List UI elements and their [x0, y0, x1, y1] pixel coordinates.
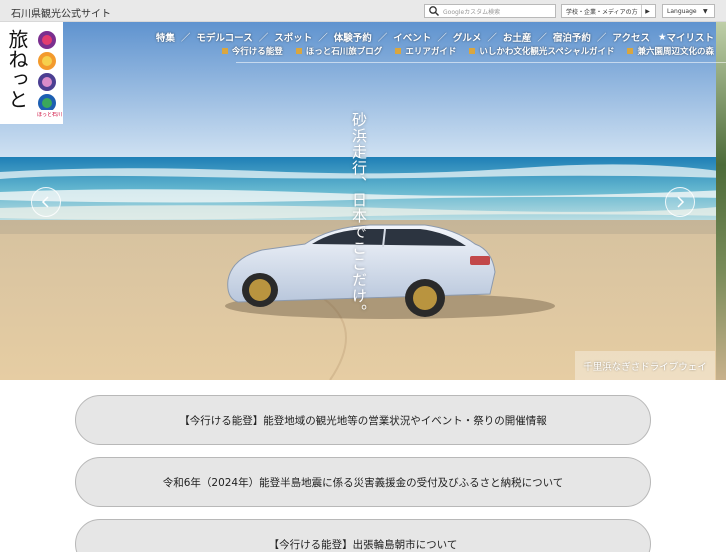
nav-item-feature[interactable]: 特集 — [156, 30, 175, 44]
nav-link-noto[interactable]: 今行ける能登 — [221, 45, 283, 57]
nav-item-gourmet[interactable]: グルメ — [453, 30, 482, 44]
nav-item-mylist[interactable]: マイリスト — [666, 30, 714, 44]
square-bullet-icon — [395, 48, 402, 54]
nav-separator: ／ — [180, 33, 191, 44]
chevron-left-icon — [41, 196, 49, 208]
nav-link-label: エリアガイド — [405, 47, 457, 57]
search-input[interactable]: Googleカスタム検索 — [424, 4, 556, 18]
nav-item-experience[interactable]: 体験予約 — [334, 30, 372, 44]
site-tag: 石川県観光公式サイト — [11, 9, 111, 20]
nav-link-label: 今行ける能登 — [231, 47, 283, 57]
square-bullet-icon — [627, 48, 634, 54]
nav-divider — [236, 62, 726, 63]
nav-separator: ／ — [537, 33, 547, 44]
notice-link[interactable]: 【今行ける能登】出張輪島朝市について — [75, 519, 651, 552]
nav-link-area-guide[interactable]: エリアガイド — [395, 45, 456, 57]
slide-caption-text: 千里浜なぎさドライブウェイ — [583, 361, 707, 373]
logo-text: 旅ねっと — [5, 29, 29, 109]
logo-circles-icon — [38, 31, 56, 110]
nav-link-label: ほっと石川旅ブログ — [305, 47, 383, 57]
caret-right-icon[interactable]: ▶ — [641, 5, 653, 17]
side-foliage — [716, 22, 726, 380]
notice-link[interactable]: 【今行ける能登】能登地域の観光地等の営業状況やイベント・祭りの開催情報 — [75, 395, 651, 445]
notice-link[interactable]: 令和6年（2024年）能登半島地震に係る災害義援金の受付及びふるさと納税について — [75, 457, 651, 507]
nav-separator: ／ — [258, 33, 269, 44]
nav-separator: ／ — [318, 33, 328, 44]
nav-item-access[interactable]: アクセス — [612, 30, 650, 44]
nav-separator: ／ — [487, 33, 497, 44]
audience-select-value: 学校・企業・メディアの方 — [566, 8, 638, 16]
secondary-nav: 今行ける能登 ほっと石川旅ブログ エリアガイド いしかわ文化観光スペシャルガイド… — [221, 45, 714, 57]
square-bullet-icon — [469, 48, 476, 54]
slide-next-button[interactable] — [665, 187, 695, 217]
language-select[interactable]: Language ▼ — [662, 4, 715, 18]
nav-link-blog[interactable]: ほっと石川旅ブログ — [295, 45, 383, 57]
logo-sub: ほっと石川 — [37, 112, 63, 118]
slide-prev-button[interactable] — [31, 187, 61, 217]
language-select-value: Language — [667, 7, 697, 15]
nav-item-model-course[interactable]: モデルコース — [196, 30, 252, 44]
nav-link-culture-guide[interactable]: いしかわ文化観光スペシャルガイド — [469, 45, 614, 57]
nav-separator: ／ — [596, 33, 607, 44]
nav-item-spot[interactable]: スポット — [274, 30, 312, 44]
notice-text: 令和6年（2024年）能登半島地震に係る災害義援金の受付及びふるさと納税について — [162, 476, 564, 489]
nav-link-label: 兼六園周辺文化の森 — [637, 47, 714, 57]
nav-item-souvenir[interactable]: お土産 — [503, 30, 532, 44]
notice-text: 【今行ける能登】出張輪島朝市について — [268, 538, 458, 551]
notice-text: 【今行ける能登】能登地域の観光地等の営業状況やイベント・祭りの開催情報 — [179, 414, 547, 427]
nav-separator: ／ — [437, 33, 447, 44]
slide-caption[interactable]: 千里浜なぎさドライブウェイ — [575, 351, 715, 380]
chevron-right-icon — [677, 196, 685, 208]
square-bullet-icon — [295, 48, 302, 54]
nav-link-label: いしかわ文化観光スペシャルガイド — [479, 47, 615, 57]
site-logo[interactable]: 旅ねっと ほっと石川 — [0, 22, 63, 124]
square-bullet-icon — [221, 48, 228, 54]
nav-item-event[interactable]: イベント — [393, 30, 431, 44]
top-bar: 石川県観光公式サイト Googleカスタム検索 学校・企業・メディアの方 ▶ L… — [0, 0, 726, 22]
nav-item-lodging[interactable]: 宿泊予約 — [553, 30, 591, 44]
chevron-down-icon: ▼ — [703, 7, 708, 15]
primary-nav: 特集 ／ モデルコース ／ スポット ／ 体験予約 ／ イベント ／ グルメ ／… — [156, 30, 714, 45]
search-icon[interactable] — [428, 5, 440, 17]
hero-catchphrase: 砂浜走行、日本でここだけ。 — [350, 112, 368, 320]
nav-link-culture-forest[interactable]: 兼六園周辺文化の森 — [627, 45, 714, 57]
audience-select[interactable]: 学校・企業・メディアの方 ▶ — [561, 4, 656, 18]
search-placeholder: Googleカスタム検索 — [443, 8, 501, 16]
nav-separator: ／ — [377, 33, 388, 44]
